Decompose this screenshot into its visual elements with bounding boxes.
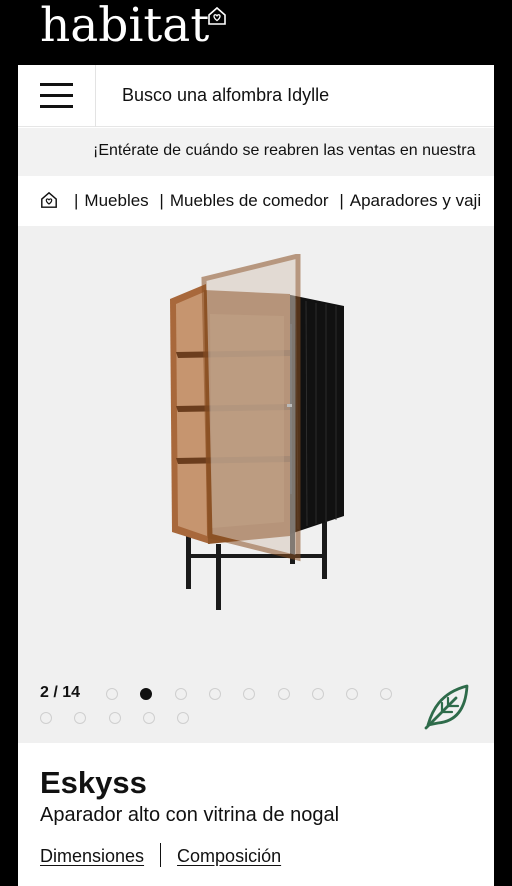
gallery-counter: 2 / 14	[40, 684, 81, 701]
composition-link[interactable]: Composición	[177, 846, 281, 866]
search-input[interactable]: Busco una alfombra Idylle	[122, 85, 329, 106]
product-image[interactable]	[166, 254, 346, 634]
gallery-dot[interactable]	[208, 688, 221, 700]
breadcrumb-trail: | Muebles | Muebles de comedor | Aparadores…	[68, 191, 481, 211]
breadcrumb-item-muebles[interactable]: Muebles	[84, 191, 148, 210]
brand-bar: habitat	[0, 0, 512, 65]
brand-house-icon	[208, 6, 226, 25]
announcement-text: ¡Entérate de cuándo se reabren las venta…	[93, 142, 476, 159]
menu-button[interactable]	[18, 65, 96, 127]
gallery-dot[interactable]	[177, 712, 190, 724]
announcement-bar[interactable]: ¡Entérate de cuándo se reabren las venta…	[18, 128, 494, 176]
hamburger-line	[40, 83, 73, 86]
page-frame: Busco una alfombra Idylle ¡Entérate de c…	[18, 65, 494, 886]
product-gallery[interactable]: 2 / 14	[18, 226, 494, 743]
breadcrumb-separator: |	[74, 191, 79, 210]
breadcrumb-item-muebles-comedor[interactable]: Muebles de comedor	[170, 191, 329, 210]
home-icon[interactable]	[40, 191, 58, 209]
site-header: Busco una alfombra Idylle	[18, 65, 494, 127]
leaf-icon[interactable]	[422, 681, 472, 731]
gallery-dot[interactable]	[108, 712, 121, 724]
dimensions-link[interactable]: Dimensiones	[40, 846, 144, 866]
product-title: Eskyss	[40, 765, 147, 800]
gallery-dot[interactable]	[140, 688, 153, 700]
gallery-dot[interactable]	[74, 712, 87, 724]
gallery-dot[interactable]	[174, 688, 187, 700]
hamburger-line	[40, 94, 73, 97]
gallery-dot[interactable]	[40, 712, 52, 724]
gallery-dot[interactable]	[311, 688, 324, 700]
gallery-dot[interactable]	[277, 688, 290, 700]
gallery-dot[interactable]	[142, 712, 155, 724]
gallery-dot[interactable]	[106, 688, 118, 700]
link-separator	[160, 843, 162, 867]
product-info: Eskyss Aparador alto con vitrina de noga…	[18, 743, 494, 886]
gallery-dot[interactable]	[380, 688, 393, 700]
breadcrumb: | Muebles | Muebles de comedor | Aparadores…	[18, 176, 494, 226]
product-links: Dimensiones Composición	[40, 843, 281, 867]
gallery-dot[interactable]	[346, 688, 359, 700]
product-description: Aparador alto con vitrina de nogal	[40, 804, 340, 826]
breadcrumb-item-aparadores[interactable]: Aparadores y vaji	[350, 191, 481, 210]
gallery-dot[interactable]	[243, 688, 256, 700]
breadcrumb-separator: |	[339, 191, 344, 210]
breadcrumb-separator: |	[159, 191, 164, 210]
brand-logo[interactable]: habitat	[40, 0, 209, 56]
hamburger-line	[40, 105, 73, 108]
